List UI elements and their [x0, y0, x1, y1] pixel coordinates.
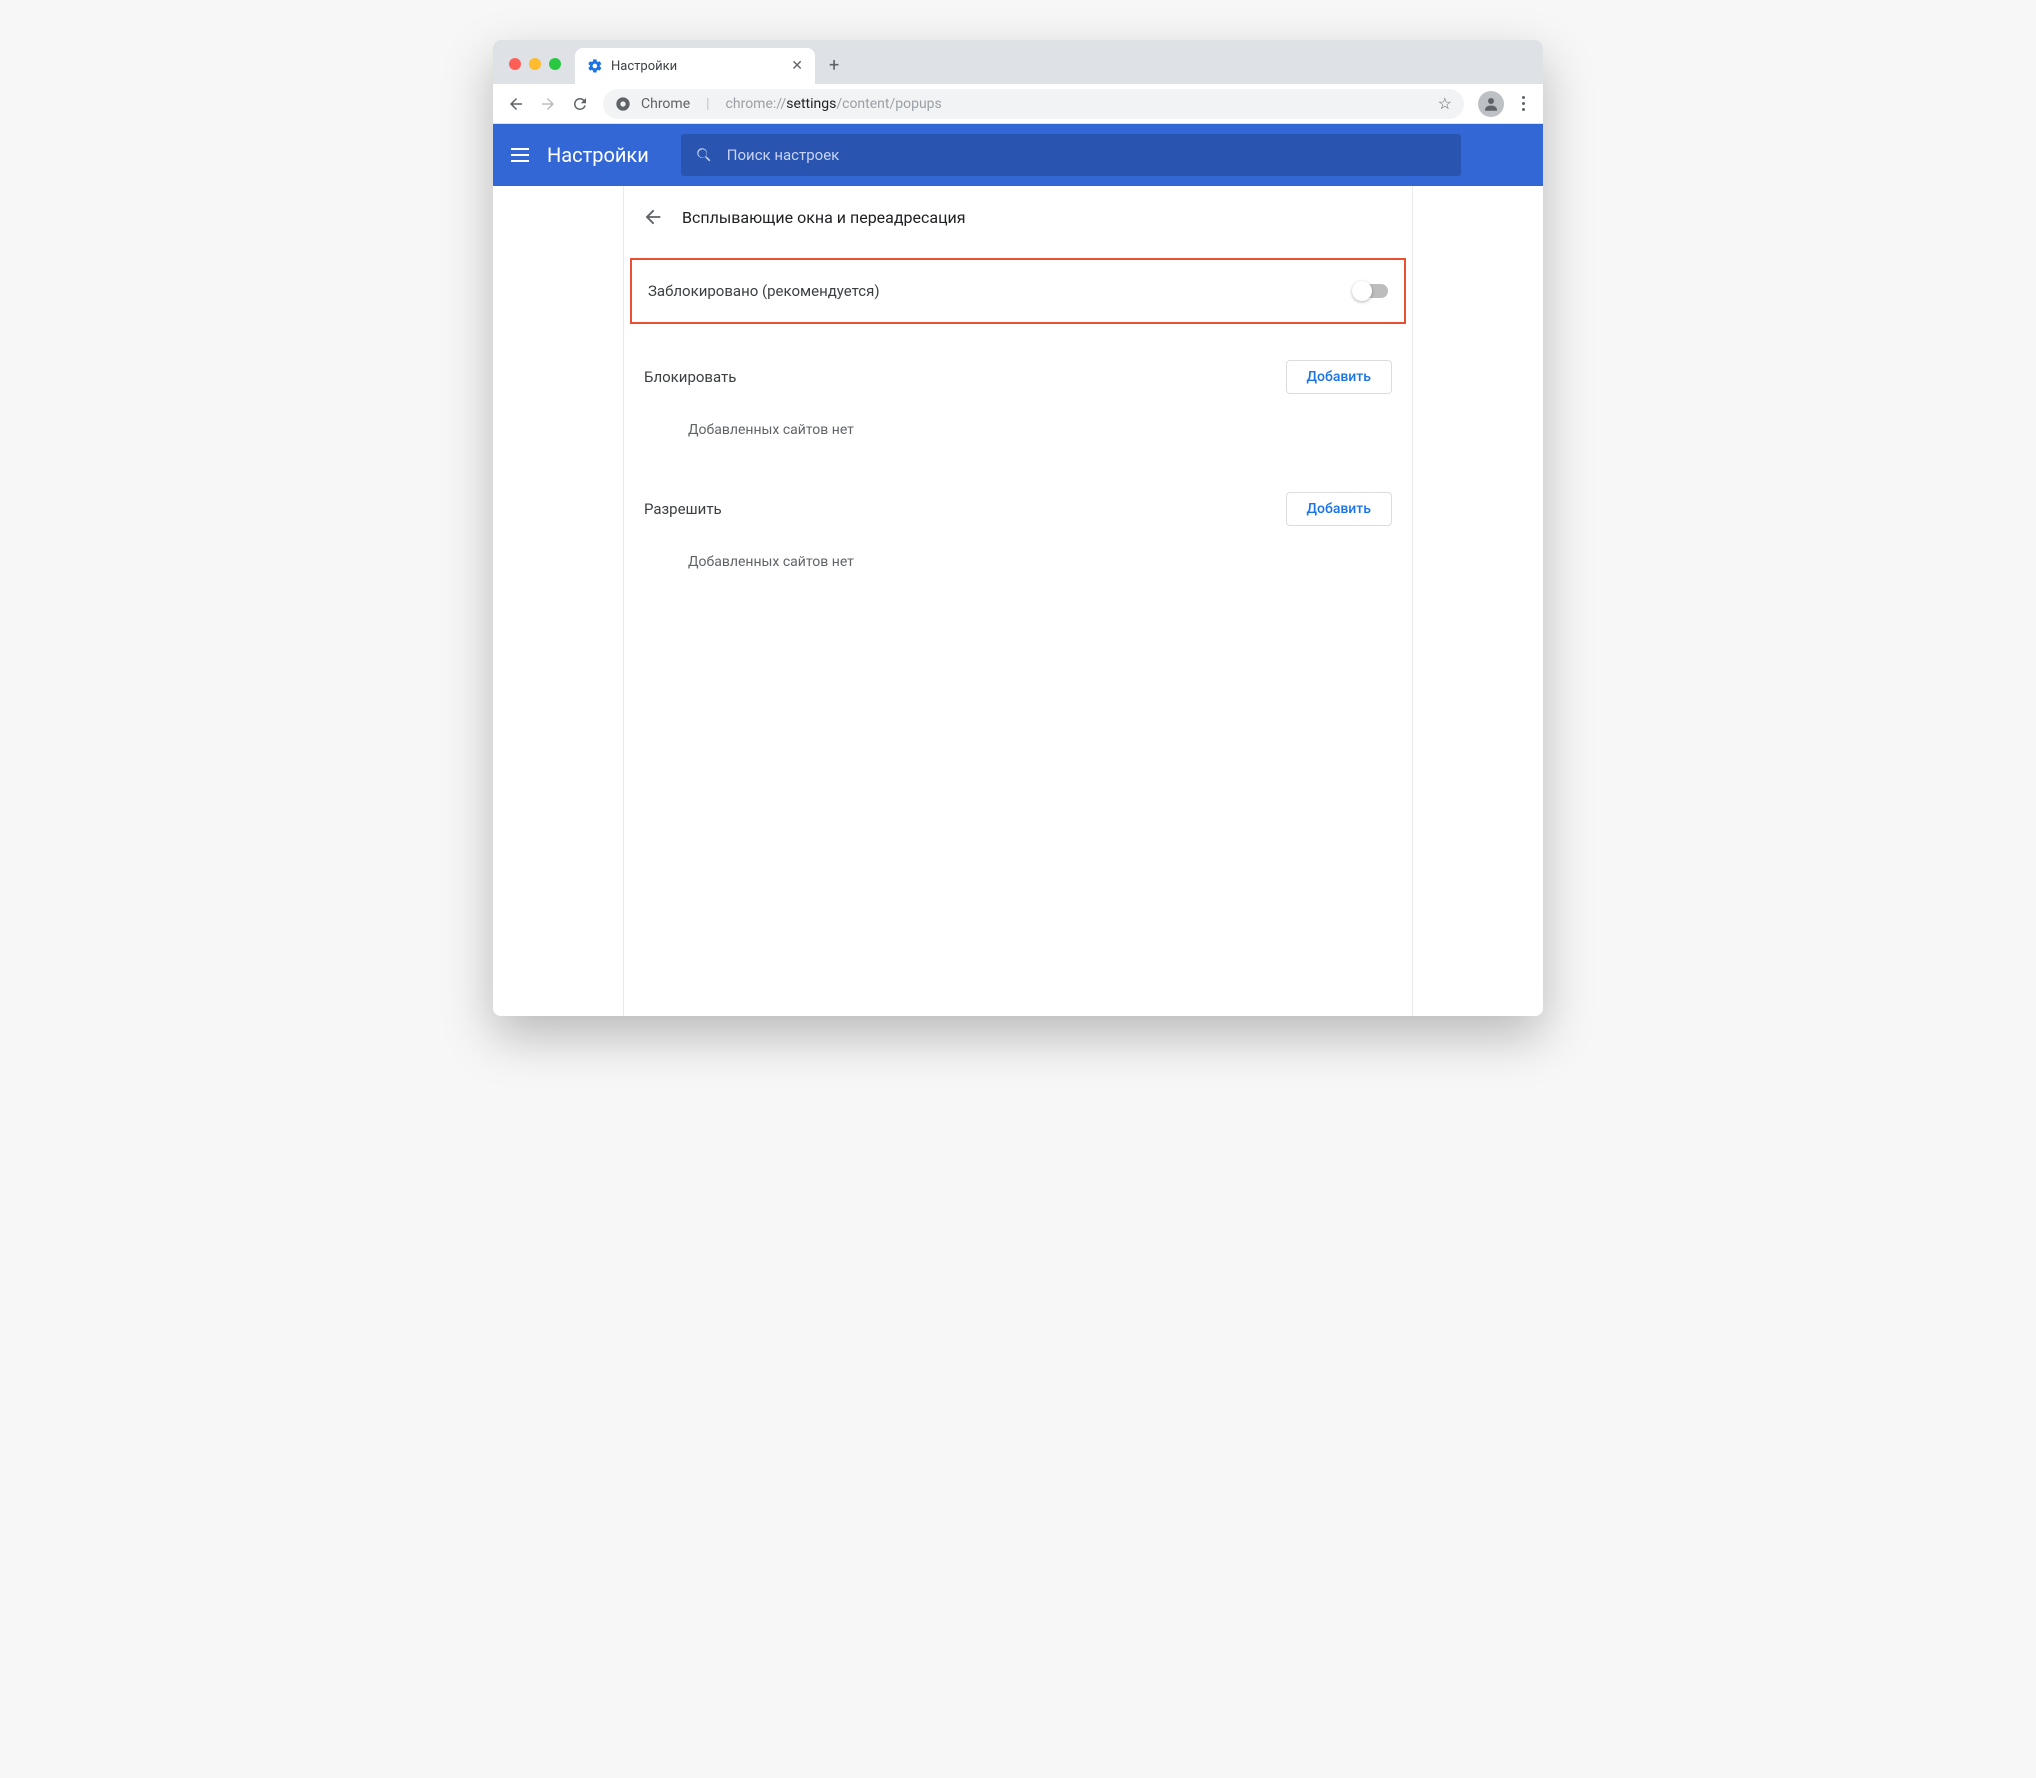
settings-search[interactable]	[681, 134, 1461, 176]
toggle-knob	[1352, 281, 1372, 301]
allow-section: Разрешить Добавить Добавленных сайтов не…	[624, 492, 1412, 588]
browser-toolbar: Chrome | chrome://settings/content/popup…	[493, 84, 1543, 124]
settings-search-input[interactable]	[727, 146, 1447, 164]
block-add-button[interactable]: Добавить	[1286, 360, 1392, 394]
search-icon	[695, 146, 713, 164]
chrome-icon	[615, 96, 631, 112]
tab-title: Настройки	[611, 59, 783, 74]
reload-icon[interactable]	[571, 95, 589, 113]
allow-section-title: Разрешить	[644, 500, 722, 518]
block-empty-text: Добавленных сайтов нет	[644, 394, 1392, 456]
back-arrow-icon[interactable]	[642, 206, 664, 228]
popup-toggle-row: Заблокировано (рекомендуется)	[630, 258, 1406, 324]
block-section-title: Блокировать	[644, 368, 736, 386]
hamburger-icon[interactable]	[511, 148, 529, 162]
minimize-window-icon[interactable]	[529, 58, 541, 70]
kebab-menu-icon[interactable]	[1518, 96, 1529, 111]
popup-block-toggle[interactable]	[1354, 284, 1388, 298]
appbar-title: Настройки	[547, 143, 649, 167]
browser-window: Настройки ✕ + Chrome | chrome://settings…	[493, 40, 1543, 1016]
close-tab-icon[interactable]: ✕	[791, 58, 803, 74]
block-section: Блокировать Добавить Добавленных сайтов …	[624, 360, 1412, 456]
close-window-icon[interactable]	[509, 58, 521, 70]
back-icon[interactable]	[507, 95, 525, 113]
address-bar[interactable]: Chrome | chrome://settings/content/popup…	[603, 89, 1464, 119]
page-heading: Всплывающие окна и переадресация	[682, 208, 966, 227]
settings-card: Всплывающие окна и переадресация Заблоки…	[623, 186, 1413, 1016]
new-tab-button[interactable]: +	[815, 55, 853, 84]
allow-empty-text: Добавленных сайтов нет	[644, 526, 1392, 588]
maximize-window-icon[interactable]	[549, 58, 561, 70]
card-header: Всплывающие окна и переадресация	[624, 186, 1412, 248]
allow-add-button[interactable]: Добавить	[1286, 492, 1392, 526]
forward-icon	[539, 95, 557, 113]
window-controls	[509, 58, 561, 70]
tab-strip: Настройки ✕ +	[493, 40, 1543, 84]
url-separator: |	[706, 96, 709, 112]
star-icon[interactable]: ☆	[1438, 94, 1452, 113]
content-area: Всплывающие окна и переадресация Заблоки…	[493, 186, 1543, 1016]
secure-label: Chrome	[641, 96, 690, 112]
url-text: chrome://settings/content/popups	[726, 96, 942, 112]
browser-tab[interactable]: Настройки ✕	[575, 48, 815, 84]
app-bar: Настройки	[493, 124, 1543, 186]
profile-avatar-icon[interactable]	[1478, 91, 1504, 117]
toggle-label: Заблокировано (рекомендуется)	[648, 282, 880, 300]
gear-icon	[587, 58, 603, 74]
